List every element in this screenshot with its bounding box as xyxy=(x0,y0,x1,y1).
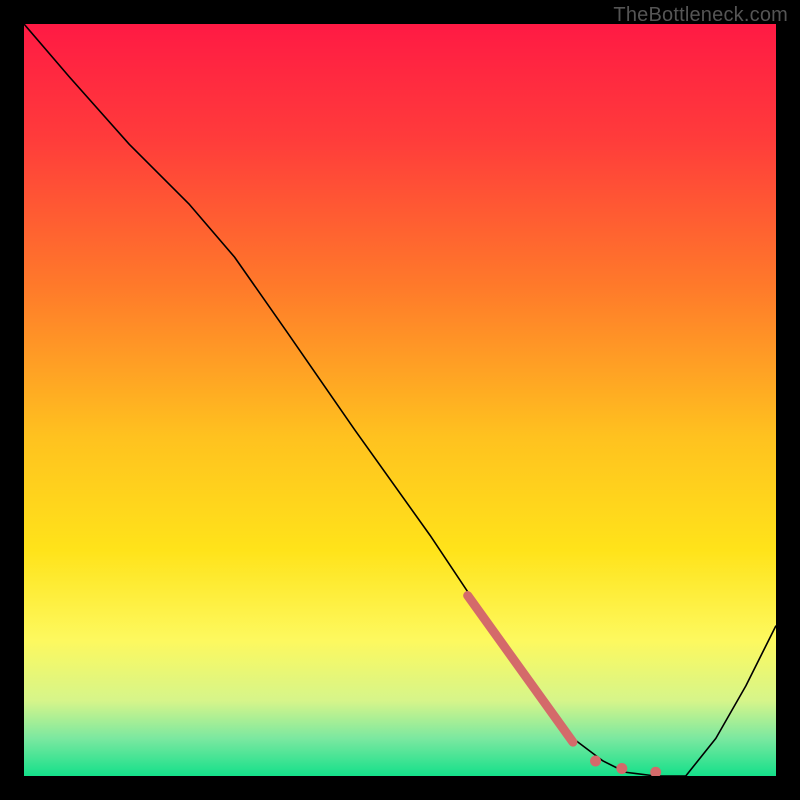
watermark-text: TheBottleneck.com xyxy=(613,4,788,27)
highlight-dots-0 xyxy=(590,755,601,766)
bottleneck-chart xyxy=(24,24,776,776)
highlight-dots-1 xyxy=(616,763,627,774)
chart-container xyxy=(24,24,776,776)
gradient-background xyxy=(24,24,776,776)
